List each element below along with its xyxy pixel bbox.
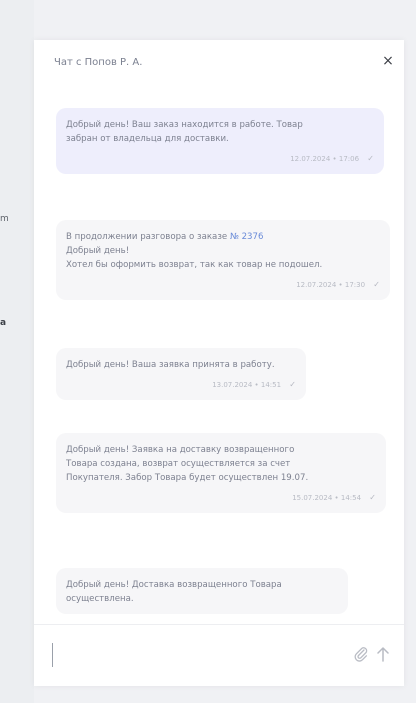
message-text: забран от владельца для доставки. bbox=[66, 134, 229, 144]
message-list[interactable]: Добрый день! Ваш заказ находится в работ… bbox=[34, 98, 404, 620]
message-timestamp: 15.07.2024 • 14:54 bbox=[292, 494, 362, 502]
paperclip-icon[interactable] bbox=[354, 646, 368, 662]
read-check-icon: ✓ bbox=[373, 280, 380, 289]
message-timestamp: 13.07.2024 • 14:51 bbox=[212, 381, 282, 389]
message-text: Добрый день! Заявка на доставку возвраще… bbox=[66, 445, 295, 455]
message-composer bbox=[34, 625, 404, 686]
message-text: Добрый день! Доставка возвращенного Това… bbox=[66, 580, 282, 590]
close-icon[interactable]: × bbox=[380, 53, 396, 69]
read-check-icon: ✓ bbox=[289, 380, 296, 389]
message-bubble-incoming: Добрый день! Ваша заявка принята в работ… bbox=[56, 348, 306, 400]
message-input[interactable] bbox=[52, 643, 329, 667]
message-text: В продолжении разговора о заказе № 2376 bbox=[66, 230, 380, 244]
message-text: Покупателя. Забор Товара будет осуществл… bbox=[66, 473, 309, 483]
background-page: m а bbox=[0, 0, 34, 703]
background-text-fragment: а bbox=[0, 318, 7, 328]
read-check-icon: ✓ bbox=[369, 493, 376, 502]
message-bubble-incoming: В продолжении разговора о заказе № 2376 … bbox=[56, 220, 390, 300]
message-text: Добрый день! Ваш заказ находится в работ… bbox=[66, 120, 303, 130]
order-link[interactable]: № 2376 bbox=[230, 232, 264, 242]
message-text: осуществлена. bbox=[66, 594, 134, 604]
message-text: Товара создана, возврат осуществляется з… bbox=[66, 459, 291, 469]
message-text: Хотел бы оформить возврат, так как товар… bbox=[66, 260, 323, 270]
message-bubble-incoming: Добрый день! Доставка возвращенного Това… bbox=[56, 568, 348, 614]
message-bubble-incoming: Добрый день! Заявка на доставку возвраще… bbox=[56, 433, 386, 513]
message-bubble-outgoing: Добрый день! Ваш заказ находится в работ… bbox=[56, 108, 384, 174]
message-meta: 12.07.2024 • 17:06 ✓ bbox=[66, 152, 374, 166]
background-text-fragment: m bbox=[0, 214, 9, 224]
chat-header: Чат с Попов Р. А. × bbox=[34, 40, 404, 84]
read-check-icon: ✓ bbox=[367, 154, 374, 163]
message-meta: 13.07.2024 • 14:51 ✓ bbox=[66, 378, 296, 392]
message-timestamp: 12.07.2024 • 17:30 bbox=[296, 281, 366, 289]
message-meta: 12.07.2024 • 17:30 ✓ bbox=[66, 278, 380, 292]
message-text: Добрый день! bbox=[66, 246, 130, 256]
send-arrow-icon[interactable] bbox=[376, 645, 390, 663]
message-timestamp: 12.07.2024 • 17:06 bbox=[290, 155, 360, 163]
chat-title: Чат с Попов Р. А. bbox=[54, 57, 143, 68]
message-meta: 15.07.2024 • 14:54 ✓ bbox=[66, 491, 376, 505]
message-text: Добрый день! Ваша заявка принята в работ… bbox=[66, 360, 275, 370]
chat-panel: Чат с Попов Р. А. × Добрый день! Ваш зак… bbox=[34, 40, 404, 686]
message-text-prefix: В продолжении разговора о заказе bbox=[66, 232, 230, 242]
